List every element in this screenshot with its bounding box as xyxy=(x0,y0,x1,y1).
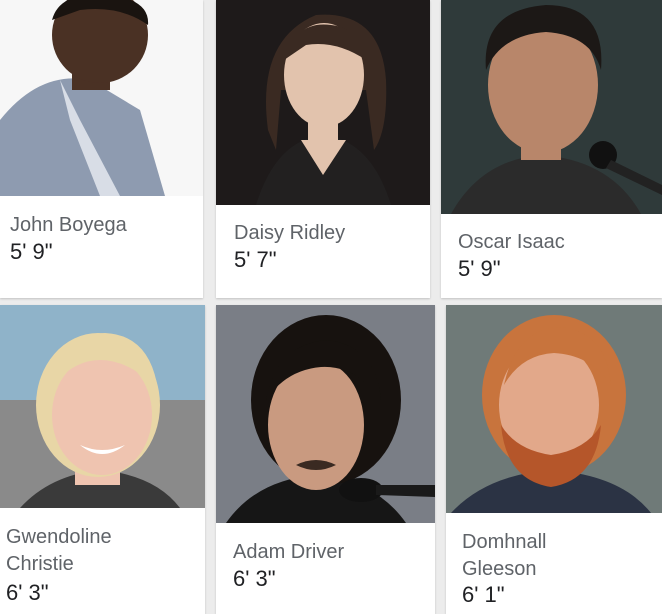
person-name-line: Oscar Isaac xyxy=(458,231,565,253)
person-name: John Boyega xyxy=(10,212,127,239)
cast-card-oscar-isaac[interactable]: Oscar Isaac 5' 9" xyxy=(441,0,662,298)
person-name-line: Christie xyxy=(6,553,74,575)
cast-card-daisy-ridley[interactable]: Daisy Ridley 5' 7" xyxy=(216,0,430,298)
person-photo xyxy=(0,305,205,508)
person-name-line: Gleeson xyxy=(462,558,537,580)
person-height: 5' 7" xyxy=(234,247,277,272)
person-height: 6' 3" xyxy=(6,580,49,605)
person-height: 6' 3" xyxy=(233,566,276,591)
person-name: Daisy Ridley xyxy=(234,220,345,247)
person-name-line: Gwendoline xyxy=(6,526,112,548)
person-name: Domhnall Gleeson xyxy=(462,529,546,583)
cast-card-adam-driver[interactable]: Adam Driver 6' 3" xyxy=(216,305,435,614)
cast-card-john-boyega[interactable]: John Boyega 5' 9" xyxy=(0,0,203,298)
person-height: 6' 1" xyxy=(462,582,505,607)
cast-card-gwendoline-christie[interactable]: Gwendoline Christie 6' 3" xyxy=(0,305,205,614)
person-name-line: Domhnall xyxy=(462,531,547,553)
person-name-line: Daisy Ridley xyxy=(234,222,346,244)
person-name: Oscar Isaac xyxy=(458,229,565,256)
person-height: 5' 9" xyxy=(10,239,53,264)
cast-grid: John Boyega 5' 9" Daisy Ridley 5' 7" Osc… xyxy=(0,0,662,614)
cast-card-domhnall-gleeson[interactable]: Domhnall Gleeson 6' 1" xyxy=(446,305,662,614)
person-photo xyxy=(441,0,662,214)
person-photo xyxy=(0,0,203,196)
person-height: 5' 9" xyxy=(458,256,501,281)
person-name-line: John Boyega xyxy=(10,214,127,236)
person-photo xyxy=(216,0,430,205)
person-name: Gwendoline Christie xyxy=(6,524,112,578)
person-photo xyxy=(446,305,662,513)
person-photo xyxy=(216,305,435,523)
person-name: Adam Driver xyxy=(233,539,344,566)
person-name-line: Adam Driver xyxy=(233,541,345,563)
